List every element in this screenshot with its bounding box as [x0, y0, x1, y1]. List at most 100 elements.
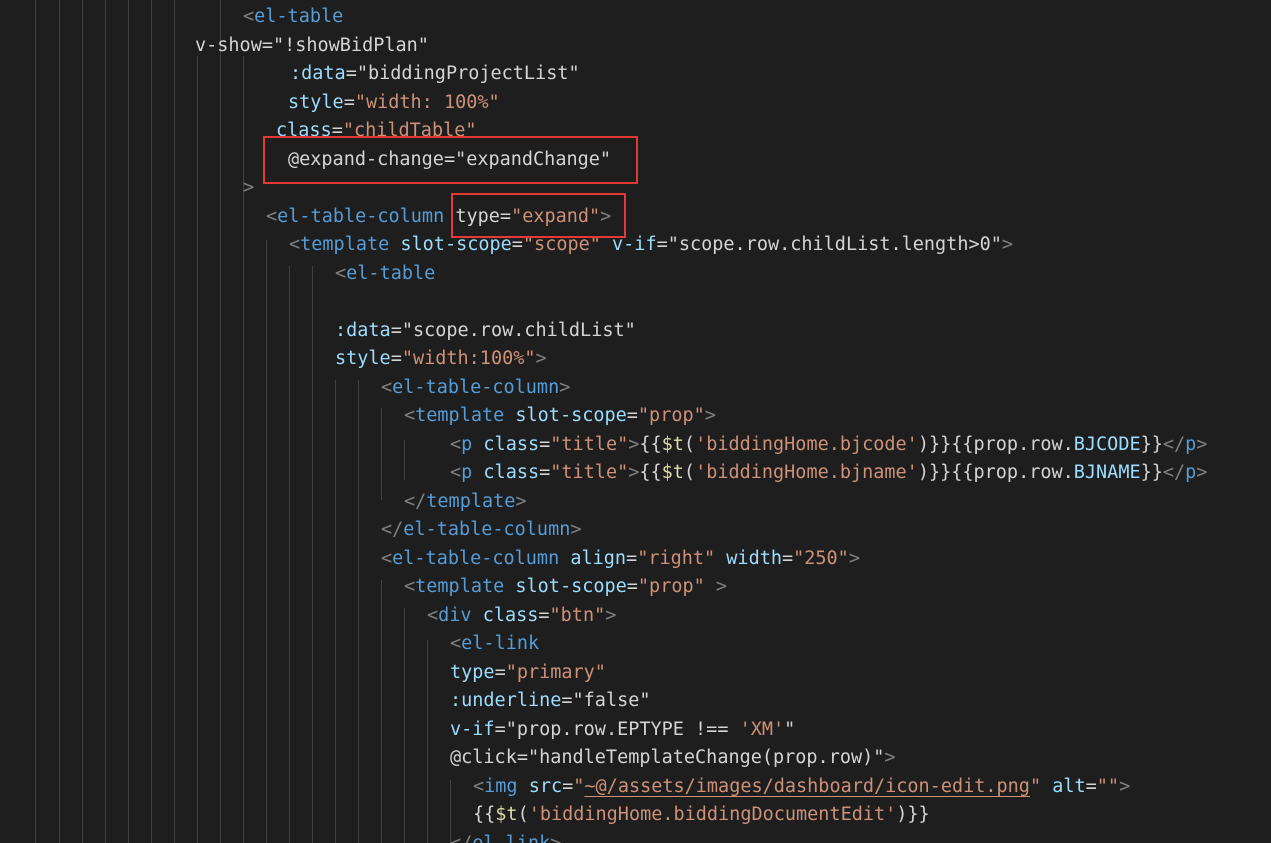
code-token: "scope": [522, 234, 601, 255]
code-token: "scope.row.childList": [401, 319, 636, 341]
code-line[interactable]: <template slot-scope="prop">: [404, 402, 716, 430]
code-token: ": [573, 775, 585, 797]
code-line[interactable]: <el-table-column type="expand">: [266, 203, 611, 231]
code-token: >: [628, 433, 640, 455]
indent-guide: [427, 640, 428, 843]
code-token: v-if: [450, 718, 495, 740]
code-token: >: [600, 205, 612, 227]
code-token: type: [455, 205, 500, 227]
code-editor[interactable]: <el-table v-show="!showBidPlan":data="bid…: [0, 0, 1271, 843]
code-token: >: [848, 547, 860, 569]
code-token: class: [276, 120, 332, 141]
code-token: }}: [1140, 433, 1163, 455]
code-line[interactable]: <template slot-scope="scope" v-if="scope…: [289, 231, 1013, 259]
code-token: >: [704, 405, 716, 426]
code-token: <: [381, 376, 393, 398]
code-token: =: [656, 234, 668, 255]
code-line[interactable]: class="childTable": [276, 117, 477, 145]
code-token: 'biddingHome.bjcode': [695, 433, 918, 455]
code-token: :data: [335, 319, 391, 341]
code-token: class: [472, 433, 540, 455]
code-token: style: [288, 91, 344, 113]
code-token: "false": [572, 690, 651, 711]
code-token: <: [266, 205, 278, 227]
code-token: el-link: [472, 832, 551, 843]
indent-guide: [35, 0, 36, 843]
code-token: }}: [1140, 462, 1163, 483]
code-line[interactable]: <div class="btn">: [427, 602, 616, 630]
code-line[interactable]: @click="handleTemplateChange(prop.row)">: [450, 744, 896, 772]
code-token: >: [1196, 462, 1208, 483]
code-token: >: [243, 177, 255, 198]
code-token: >: [1119, 775, 1131, 797]
code-token: <: [243, 6, 255, 27]
code-token: $t: [661, 433, 684, 455]
code-line[interactable]: <p class="title">{{$t('biddingHome.bjcod…: [450, 431, 1207, 459]
indent-guide: [197, 56, 198, 843]
code-token: el-table: [254, 6, 344, 27]
code-token: )}}{{prop.row.: [917, 462, 1074, 483]
code-line[interactable]: {{$t('biddingHome.biddingDocumentEdit')}…: [473, 801, 930, 829]
indent-guide: [335, 380, 336, 843]
code-token: template: [426, 490, 516, 512]
code-token: template: [415, 576, 505, 597]
code-token: "biddingProjectList": [356, 63, 580, 84]
code-token: <: [473, 775, 485, 797]
code-token: {{: [639, 462, 662, 483]
code-token: style: [335, 348, 391, 369]
code-token: =: [390, 319, 402, 341]
code-token: </: [404, 490, 427, 512]
code-token: </: [1162, 462, 1186, 483]
code-token: p: [1185, 433, 1197, 455]
code-line[interactable]: </el-link>: [450, 830, 561, 843]
code-token: "width:100%": [401, 348, 536, 369]
code-line[interactable]: <el-table: [335, 260, 435, 288]
code-token: 'biddingHome.bjname': [695, 462, 918, 483]
code-token: (: [683, 433, 696, 455]
code-token: =: [626, 547, 638, 569]
indent-guide: [220, 0, 221, 843]
code-line[interactable]: :underline="false": [450, 687, 651, 715]
code-token: </: [450, 832, 473, 843]
code-token: =: [443, 148, 456, 170]
code-line[interactable]: style="width: 100%": [288, 89, 500, 117]
code-token: >: [570, 519, 582, 540]
code-line[interactable]: :data="scope.row.childList": [335, 317, 636, 345]
code-line[interactable]: <el-table-column align="right" width="25…: [381, 545, 860, 573]
indent-guide: [174, 0, 175, 843]
indent-guide: [381, 580, 382, 843]
code-token: >: [1196, 433, 1208, 455]
code-token: ~@/assets/images/dashboard/icon-edit.png: [584, 775, 1030, 797]
code-token: "expand": [511, 205, 601, 227]
code-token: =: [494, 718, 506, 740]
code-line[interactable]: </el-table-column>: [381, 516, 582, 544]
code-token: el-table-column: [403, 519, 571, 540]
code-token: "250": [793, 547, 849, 569]
code-line[interactable]: :data="biddingProjectList": [290, 60, 580, 88]
code-token: p: [1185, 462, 1197, 483]
indent-guide: [82, 0, 83, 843]
code-line[interactable]: v-if="prop.row.EPTYPE !== 'XM'": [450, 716, 795, 744]
code-line[interactable]: <el-table-column>: [381, 374, 570, 402]
code-line[interactable]: <el-link: [450, 630, 539, 658]
code-token: =: [626, 576, 638, 597]
code-line[interactable]: type="primary": [450, 659, 606, 687]
code-token: >: [884, 747, 896, 768]
code-line[interactable]: <template slot-scope="prop" >: [404, 573, 727, 601]
indent-guide: [312, 266, 313, 843]
code-line[interactable]: <el-table: [243, 3, 343, 31]
code-token: align: [559, 547, 627, 569]
code-token: BJCODE: [1073, 433, 1141, 455]
code-token: el-table-column: [277, 205, 445, 227]
code-line[interactable]: style="width:100%">: [335, 345, 547, 373]
code-token: )}}: [896, 804, 930, 825]
code-token: BJNAME: [1073, 462, 1141, 483]
code-token: "title": [550, 433, 629, 455]
code-line[interactable]: <p class="title">{{$t('biddingHome.bjnam…: [450, 459, 1207, 487]
code-line[interactable]: @expand-change="expandChange": [288, 146, 611, 174]
code-line[interactable]: >: [243, 174, 254, 202]
code-line[interactable]: <img src="~@/assets/images/dashboard/ico…: [473, 773, 1130, 801]
code-line[interactable]: </template>: [404, 488, 527, 516]
code-line[interactable]: v-show="!showBidPlan": [195, 32, 429, 60]
code-token: "btn": [549, 604, 606, 626]
